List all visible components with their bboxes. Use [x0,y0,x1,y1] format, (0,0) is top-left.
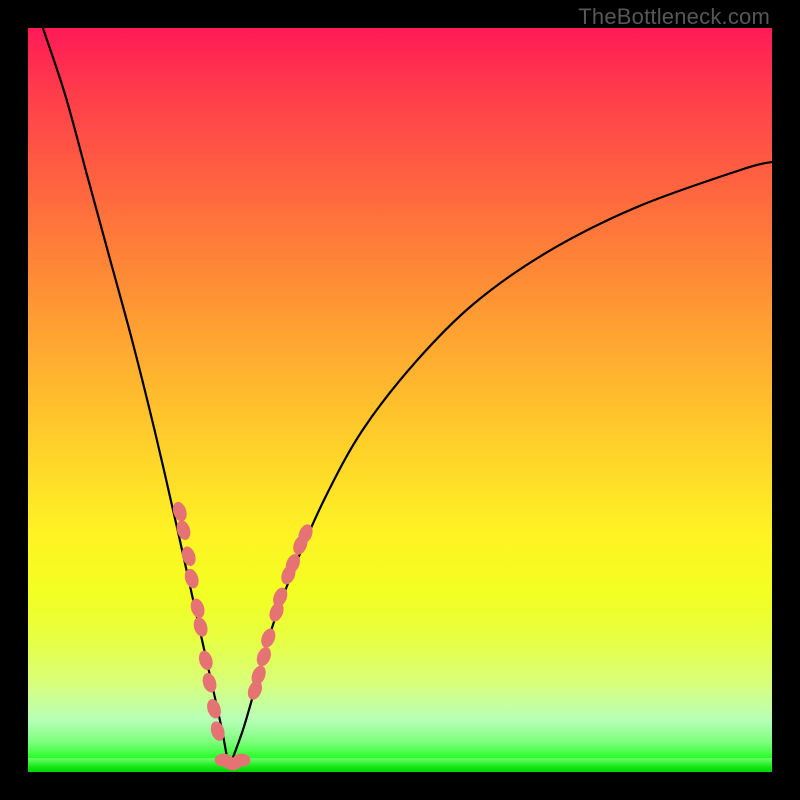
data-bead [254,645,274,668]
data-bead [200,671,219,694]
data-bead [188,597,207,620]
data-bead [259,626,279,649]
bottleneck-curve [28,28,772,772]
attribution-label: TheBottleneck.com [578,4,770,30]
data-bead [205,697,224,720]
data-bead [197,649,216,672]
chart-frame [28,28,772,772]
data-bead [191,615,210,638]
data-bead [174,519,193,542]
data-bead [171,500,190,523]
data-bead [182,567,201,590]
data-bead [233,754,251,767]
curve-right-branch [229,162,772,768]
